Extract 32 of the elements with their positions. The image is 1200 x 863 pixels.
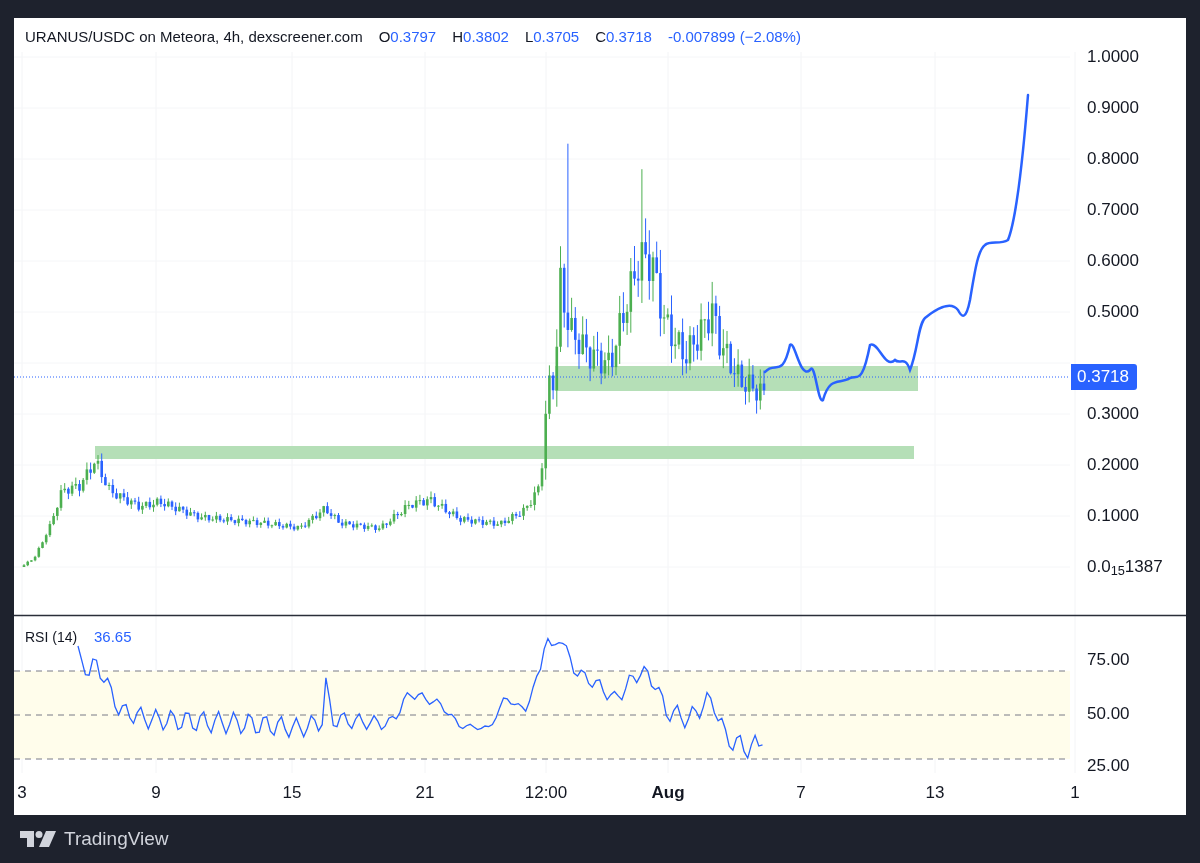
price-axis-label: 0.5000: [1087, 302, 1139, 322]
brand-name: TradingView: [64, 826, 169, 851]
rsi-axis-label: 50.00: [1087, 704, 1130, 724]
time-axis-label: 13: [925, 783, 945, 803]
time-axis-label: 9: [151, 783, 161, 803]
change-value: -0.007899 (−2.08%): [667, 27, 801, 47]
symbol-title: URANUS/USDC on Meteora, 4h, dexscreener.com: [25, 27, 363, 47]
time-axis-label: 3: [17, 783, 27, 803]
price-axis-label: 0.6000: [1087, 251, 1139, 271]
price-axis-label: 0.1000: [1087, 506, 1139, 526]
ohlc-reading: L0.3705: [524, 27, 580, 47]
time-axis-label: 15: [282, 783, 302, 803]
last-price-tag: 0.3718: [1071, 364, 1137, 390]
time-axis-label: 7: [796, 783, 806, 803]
price-axis-label: 0.0$_{15}$1387: [1087, 557, 1163, 577]
price-axis-label: 0.8000: [1087, 149, 1139, 169]
price-axis-label: 0.9000: [1087, 98, 1139, 118]
time-axis-label: 1: [1070, 783, 1080, 803]
rsi-axis-label: 75.00: [1087, 650, 1130, 670]
ohlc-reading: O0.3797: [378, 27, 437, 47]
rsi-title: RSI (14): [25, 628, 78, 647]
price-axis-label: 1.0000: [1087, 47, 1139, 67]
time-axis-label: Aug: [651, 783, 685, 803]
price-axis-label: 0.7000: [1087, 200, 1139, 220]
ohlc-reading: H0.3802: [452, 27, 509, 47]
time-axis-label: 21: [415, 783, 435, 803]
price-axis-label: 0.2000: [1087, 455, 1139, 475]
ohlc-reading: C0.3718: [595, 27, 652, 47]
price-axis-label: 0.3000: [1087, 404, 1139, 424]
time-axis-label: 12:00: [524, 783, 568, 803]
rsi-value: 36.65: [94, 627, 132, 647]
rsi-axis-label: 25.00: [1087, 756, 1130, 776]
